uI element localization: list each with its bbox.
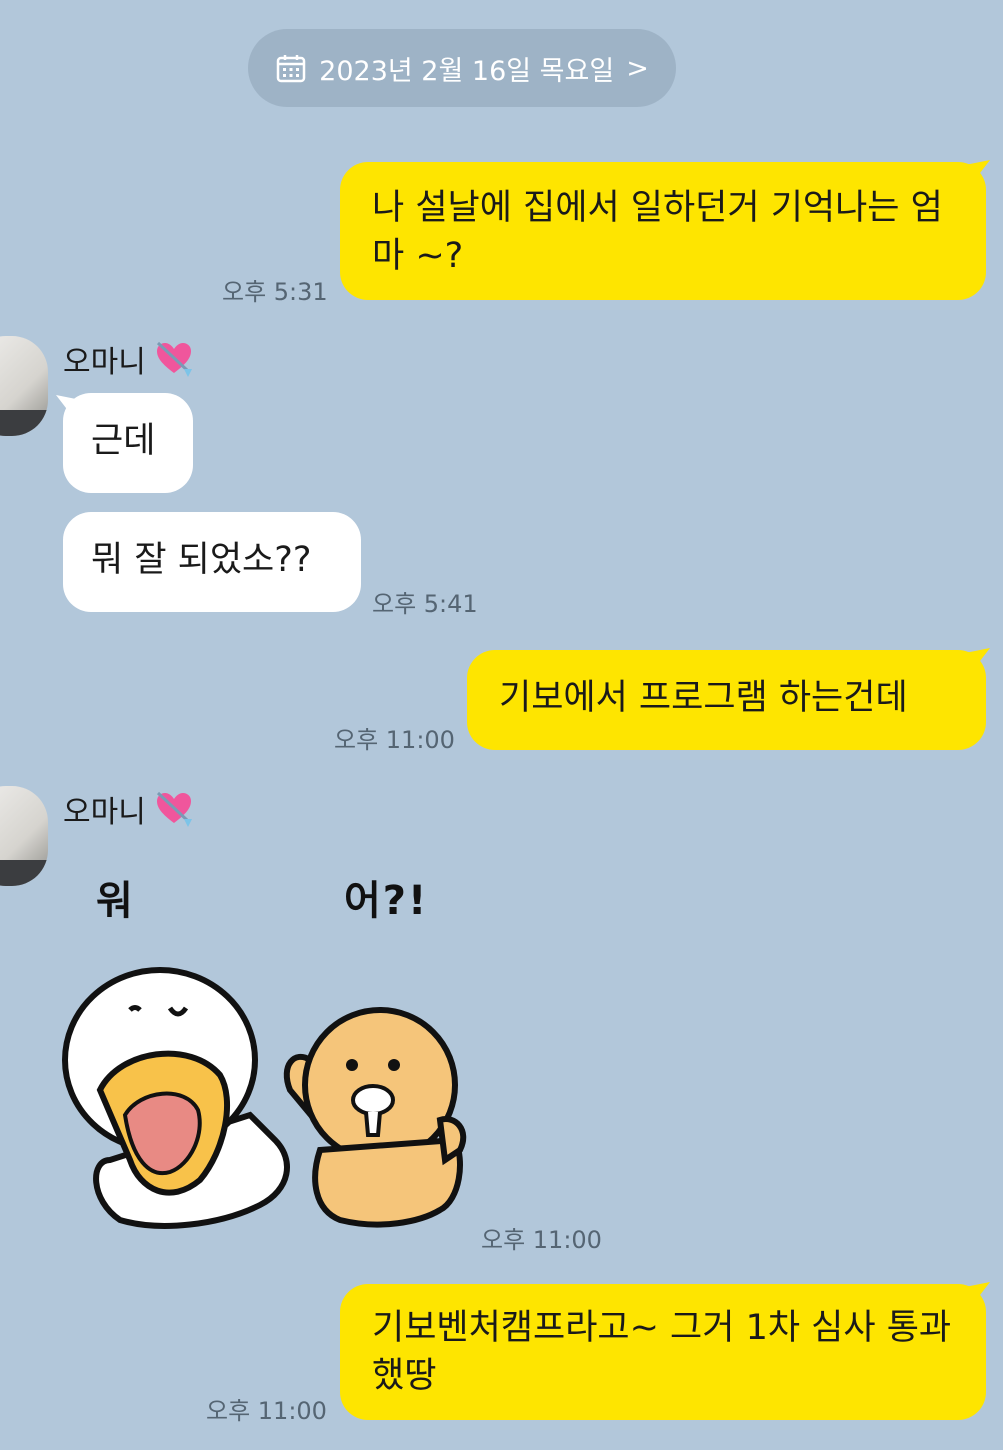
date-header[interactable]: 2023년 2월 16일 목요일 > [248, 29, 676, 107]
message-time: 오후 11:00 [481, 1226, 602, 1254]
message-text: 기보에서 프로그램 하는건데 [499, 678, 908, 718]
sender-name: 오마니 [63, 795, 146, 830]
message-time: 오후 5:41 [372, 590, 478, 618]
heart-with-arrow-icon [156, 791, 192, 827]
avatar[interactable] [0, 336, 48, 436]
heart-with-arrow-icon [156, 341, 192, 377]
message-time: 오후 11:00 [206, 1397, 327, 1425]
bubble-tail [56, 395, 86, 421]
sender-name: 오마니 [63, 345, 146, 380]
bubble-tail [960, 1282, 990, 1308]
calendar-icon [276, 55, 306, 83]
message-text: 뭐 잘 되었소?? [91, 540, 312, 580]
message-time: 오후 5:31 [222, 278, 328, 306]
sender-name-row: 오마니 [63, 337, 194, 381]
sender-name-row: 오마니 [63, 787, 194, 831]
message-text: 근데 [91, 421, 156, 461]
their-message-bubble[interactable]: 뭐 잘 되었소?? [63, 512, 361, 612]
bubble-tail [960, 160, 990, 186]
my-message-bubble[interactable]: 기보에서 프로그램 하는건데 [467, 650, 986, 750]
date-header-label: 2023년 2월 16일 목요일 [319, 55, 615, 87]
my-message-bubble[interactable]: 기보벤처캠프라고~ 그거 1차 심사 통과했땅 [340, 1284, 986, 1420]
avatar[interactable] [0, 786, 48, 886]
message-time: 오후 11:00 [334, 726, 455, 754]
chevron-right-icon: > [626, 52, 649, 84]
my-message-bubble[interactable]: 나 설날에 집에서 일하던거 기억나는 엄마 ~? [340, 162, 986, 300]
sticker-duck-and-cat[interactable]: 워 어?! [60, 860, 480, 1240]
bubble-tail [960, 648, 990, 674]
message-text: 기보벤처캠프라고~ 그거 1차 심사 통과했땅 [372, 1308, 952, 1396]
sticker-illustration [62, 967, 467, 1229]
message-text: 나 설날에 집에서 일하던거 기억나는 엄마 ~? [372, 188, 943, 276]
